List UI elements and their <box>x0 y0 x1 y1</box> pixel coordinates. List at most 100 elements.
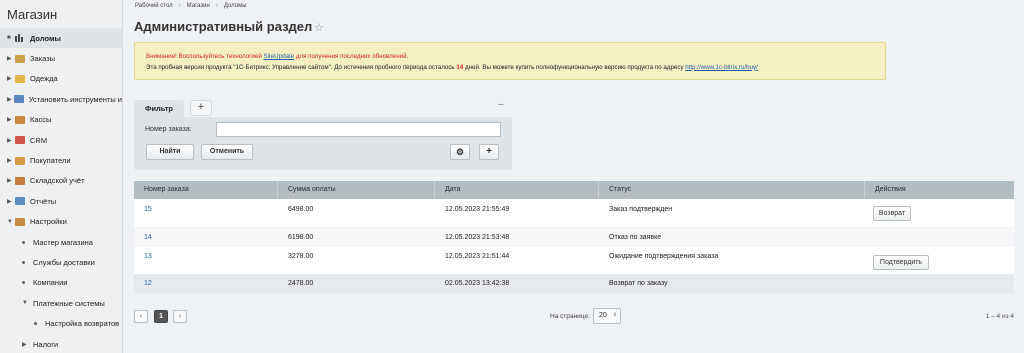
minimize-filter-icon[interactable]: – <box>498 99 504 110</box>
breadcrumb-shop[interactable]: Магазин <box>187 3 210 9</box>
buy-link[interactable]: http://www.1c-bitrix.ru/buy/ <box>685 64 758 71</box>
confirm-button[interactable]: Подтвердить <box>873 255 929 270</box>
sidebar-item-label: Заказы <box>30 54 56 64</box>
sidebar-title: Магазин <box>7 7 58 22</box>
table-row[interactable]: 14 6198.00 12.05.2023 21:53:48 Отказ по … <box>134 227 1014 247</box>
bullet-icon <box>34 322 37 326</box>
favorite-star-icon[interactable]: ☆ <box>314 21 324 34</box>
table-row[interactable]: 15 6498.00 12.05.2023 21:55:49 Заказ под… <box>134 199 1014 227</box>
bullet-icon <box>22 260 25 264</box>
table-row[interactable]: 13 3278.00 12.05.2023 21:51:44 Ожидание … <box>134 247 1014 274</box>
filter-tab[interactable]: Фильтр <box>134 100 184 117</box>
sidebar-item-orders[interactable]: ▶ Заказы <box>0 48 122 68</box>
column-header[interactable]: Дата <box>435 181 599 199</box>
find-button[interactable]: Найти <box>146 144 194 160</box>
cart-icon <box>15 54 25 63</box>
filter-panel: Номер заказа: Найти Отменить ⚙ + <box>134 117 512 170</box>
sidebar-subitem-companies[interactable]: Компании <box>0 273 122 293</box>
order-id[interactable]: 13 <box>134 253 278 274</box>
column-header[interactable]: Статус <box>599 181 865 199</box>
warehouse-icon <box>15 176 25 185</box>
sidebar-item-label: Платежные системы <box>33 298 105 308</box>
order-sum: 3278.00 <box>288 253 314 260</box>
users-icon <box>15 156 25 165</box>
column-header[interactable]: Номер заказа <box>134 181 278 199</box>
sidebar: Магазин ■ Доломы ▶ Заказы ▶ Одежда ▶ Уст… <box>0 0 123 353</box>
up-down-arrows-icon: ⇕ <box>612 312 617 318</box>
order-id[interactable]: 12 <box>134 280 278 294</box>
order-number-input[interactable] <box>216 122 501 137</box>
order-actions <box>865 234 1014 247</box>
sidebar-item-label: Настройки <box>30 217 67 227</box>
column-header[interactable]: Сумма оплаты <box>278 181 435 199</box>
crm-icon <box>15 136 25 145</box>
sidebar-subitem-delivery[interactable]: Службы доставки <box>0 252 122 272</box>
cancel-button[interactable]: Отменить <box>201 144 253 160</box>
order-date: 12.05.2023 21:55:49 <box>445 206 510 213</box>
order-sum: 6198.00 <box>288 234 314 241</box>
next-page-button[interactable]: › <box>173 310 187 323</box>
report-icon <box>15 197 25 206</box>
cash-register-icon <box>15 115 25 124</box>
breadcrumb-doloms[interactable]: Доломы <box>224 3 247 9</box>
sidebar-item-label: Установить инструменты и <box>28 94 122 104</box>
prev-page-button[interactable]: ‹ <box>134 310 148 323</box>
main-content: Рабочий стол › Магазин › Доломы Админист… <box>124 0 1024 353</box>
sidebar-item-warehouse[interactable]: ▶ Складской учёт <box>0 171 122 191</box>
chevron-right-icon: ▶ <box>7 198 12 205</box>
sidebar-item-customers[interactable]: ▶ Покупатели <box>0 150 122 170</box>
sidebar-item-cash[interactable]: ▶ Кассы <box>0 110 122 130</box>
chevron-right-icon: ▶ <box>7 56 12 63</box>
sidebar-item-doloms[interactable]: ■ Доломы <box>0 28 122 49</box>
add-field-button[interactable]: + <box>479 144 499 160</box>
chevron-right-icon: ▶ <box>7 76 12 83</box>
sidebar-subitem-taxes[interactable]: ▶ Налоги <box>0 334 122 353</box>
settings-icon <box>15 217 25 226</box>
sidebar-item-label: Мастер магазина <box>33 237 93 247</box>
order-actions: Возврат <box>865 206 1014 227</box>
order-id[interactable]: 14 <box>134 234 278 247</box>
breadcrumb-desktop[interactable]: Рабочий стол <box>135 3 173 9</box>
orders-table: Номер заказа Сумма оплаты Дата Статус Де… <box>134 181 1014 294</box>
sidebar-item-label: CRM <box>30 135 48 145</box>
sidebar-item-clothes[interactable]: ▶ Одежда <box>0 69 122 89</box>
return-button[interactable]: Возврат <box>873 206 911 221</box>
folder-icon <box>14 95 24 104</box>
sidebar-item-crm[interactable]: ▶ CRM <box>0 130 122 150</box>
sidebar-item-label: Доломы <box>30 33 61 43</box>
sidebar-item-label: Одежда <box>30 74 58 84</box>
sidebar-item-tools[interactable]: ▶ Установить инструменты и <box>0 89 122 109</box>
current-page-button[interactable]: 1 <box>154 310 168 323</box>
order-id[interactable]: 15 <box>134 206 278 227</box>
order-status: Возврат по заказу <box>609 280 668 287</box>
warning-prefix: Внимание! Воспользуйтесь технологией <box>146 53 264 60</box>
sidebar-item-label: Складской учёт <box>30 176 85 186</box>
page-title: Административный раздел <box>134 19 313 34</box>
gear-icon[interactable]: ⚙ <box>450 144 470 160</box>
chevron-right-icon: ▶ <box>7 137 12 144</box>
sidebar-subitem-returns-settings[interactable]: Настройка возвратов <box>0 313 122 333</box>
sidebar-subitem-payment-systems[interactable]: ▼ Платежные системы <box>0 293 122 313</box>
chevron-down-icon: ▼ <box>7 218 13 225</box>
order-date: 12.05.2023 21:51:44 <box>445 253 510 260</box>
chart-icon <box>15 34 23 43</box>
table-row[interactable]: 12 2478.00 02.05.2023 13:42:38 Возврат п… <box>134 274 1014 294</box>
sidebar-item-reports[interactable]: ▶ Отчёты <box>0 191 122 211</box>
order-status: Отказ по заявке <box>609 234 662 241</box>
chevron-right-icon: ▶ <box>7 158 12 165</box>
siteupdate-link[interactable]: SiteUpdate <box>264 53 295 60</box>
sidebar-subitem-shop-wizard[interactable]: Мастер магазина <box>0 232 122 252</box>
bullet-icon <box>22 240 25 244</box>
sidebar-item-label: Налоги <box>33 339 59 349</box>
sidebar-item-settings[interactable]: ▼ Настройки <box>0 212 122 232</box>
sidebar-item-label: Компании <box>33 278 68 288</box>
add-filter-tab-button[interactable]: + <box>190 100 212 116</box>
order-status: Заказ подтвержден <box>609 206 673 213</box>
per-page-select[interactable]: 20 ⇕ <box>593 308 621 324</box>
sidebar-item-label: Покупатели <box>30 156 71 166</box>
chevron-right-icon: ▶ <box>7 178 12 185</box>
warning-suffix: для получения последних обновлений. <box>294 53 409 60</box>
order-actions <box>865 280 1014 294</box>
sidebar-item-label: Кассы <box>30 115 52 125</box>
breadcrumb-separator-icon: › <box>215 3 218 9</box>
